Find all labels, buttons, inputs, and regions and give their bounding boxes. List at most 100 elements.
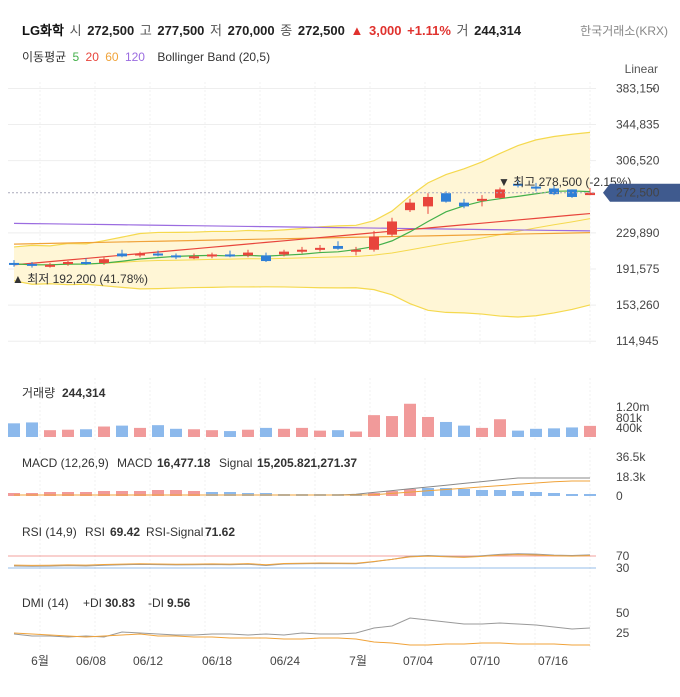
- volume-bar: [296, 427, 308, 437]
- candle-body: [117, 253, 127, 257]
- macd-title: MACD (12,26,9): [22, 456, 109, 470]
- candle-body: [333, 245, 343, 249]
- price-tick-label: 114,945: [616, 334, 659, 348]
- volume-bar: [512, 430, 524, 437]
- price-tick-label: 191,575: [616, 262, 660, 276]
- rsi-title: RSI (14,9): [22, 525, 77, 539]
- candle-body: [369, 236, 379, 250]
- volume-bar: [98, 426, 110, 437]
- volume-bar: [314, 430, 326, 437]
- candle-body: [225, 254, 235, 257]
- volume-bar: [116, 425, 128, 437]
- candle-body: [99, 259, 109, 263]
- macd-histogram-bar: [530, 492, 542, 496]
- macd-histogram-bar: [566, 494, 578, 496]
- volume-bar: [224, 431, 236, 437]
- candle-body: [207, 254, 217, 257]
- volume-bar: [188, 429, 200, 437]
- x-axis-tick-label: 06/24: [270, 654, 300, 668]
- volume-bar: [440, 421, 452, 437]
- candle-body: [63, 261, 73, 264]
- price-tick-label: 344,835: [616, 118, 660, 132]
- macd-tick-label: 36.5k: [616, 450, 646, 464]
- pane-bg: [8, 585, 596, 650]
- macd-histogram-bar: [458, 489, 470, 496]
- candle-body: [387, 221, 397, 235]
- candle-body: [459, 202, 469, 207]
- macd-histogram-bar: [512, 491, 524, 496]
- dmi-tick-label: 25: [616, 626, 630, 640]
- x-axis-tick-label: 07/04: [403, 654, 433, 668]
- volume-bar: [278, 428, 290, 437]
- macd-label: MACD: [117, 456, 153, 470]
- volume-bar: [26, 422, 38, 437]
- volume-bar: [584, 425, 596, 437]
- candle-body: [423, 196, 433, 207]
- dmi-tick-label: 50: [616, 606, 630, 620]
- candle-body: [189, 256, 199, 259]
- volume-bar: [386, 416, 398, 437]
- volume-bar: [80, 429, 92, 437]
- candle-body: [351, 249, 361, 252]
- candle-body: [81, 261, 91, 264]
- price-tick-label: 229,890: [616, 226, 660, 240]
- volume-bar: [422, 416, 434, 437]
- volume-bar: [530, 428, 542, 437]
- candle-body: [405, 202, 415, 211]
- volume-bar: [242, 429, 254, 437]
- dmi-title: DMI (14): [22, 596, 69, 610]
- rsi-label: RSI: [85, 525, 105, 539]
- candle-body: [45, 264, 55, 267]
- candle-body: [243, 252, 253, 256]
- volume-bar: [62, 429, 74, 437]
- candle-body: [297, 249, 307, 252]
- volume-bar: [260, 427, 272, 437]
- x-axis-tick-label: 6월: [31, 654, 49, 668]
- chart-canvas[interactable]: 383,150 344,835 306,520 229,890 191,575 153,2…: [0, 0, 680, 697]
- macd-histogram-bar: [422, 488, 434, 496]
- candle-body: [441, 193, 451, 202]
- candle-body: [495, 189, 505, 198]
- volume-value: 244,314: [62, 386, 106, 400]
- macd-tick-label: 0: [616, 489, 623, 503]
- candle-body: [279, 251, 289, 255]
- macd-value: 16,477.18: [157, 456, 211, 470]
- volume-bar: [170, 428, 182, 437]
- x-axis-tick-label: 7월: [349, 654, 367, 668]
- volume-bar: [44, 430, 56, 437]
- candle-body: [135, 253, 145, 256]
- candle-body: [477, 198, 487, 201]
- current-price-label: 272,500: [616, 186, 660, 200]
- rsi-signal-value: 71.62: [205, 525, 235, 539]
- volume-bar: [368, 415, 380, 437]
- x-axis-tick-label: 06/12: [133, 654, 163, 668]
- candle-body: [549, 188, 559, 195]
- macd-tick-label: 18.3k: [616, 470, 646, 484]
- rsi-value: 69.42: [110, 525, 140, 539]
- x-axis-tick-label: 07/16: [538, 654, 568, 668]
- rsi-tick-label: 30: [616, 561, 630, 575]
- volume-bar: [494, 419, 506, 437]
- volume-bar: [8, 423, 20, 437]
- x-axis-tick-label: 07/10: [470, 654, 500, 668]
- x-axis-tick-label: 06/18: [202, 654, 232, 668]
- volume-tick-label: 400k: [616, 421, 643, 435]
- candle-body: [261, 255, 271, 262]
- volume-bar: [548, 428, 560, 437]
- candle-body: [153, 253, 163, 256]
- volume-bar: [134, 427, 146, 437]
- macd-signal-value: 15,205.821,271.37: [257, 456, 357, 470]
- volume-bar: [476, 427, 488, 437]
- volume-bar: [206, 430, 218, 437]
- volume-title: 거래량: [22, 386, 55, 400]
- volume-bar: [404, 403, 416, 437]
- candle-body: [315, 247, 325, 250]
- volume-bar: [566, 427, 578, 437]
- price-tick-label: 383,150: [616, 81, 660, 95]
- dmi-plus-label: +DI: [83, 596, 102, 610]
- volume-bar: [152, 425, 164, 437]
- candle-body: [27, 263, 37, 266]
- dmi-minus-value: 9.56: [167, 596, 191, 610]
- min-price-marker: ▲ 최저 192,200 (41.78%): [12, 272, 148, 286]
- macd-histogram-bar: [584, 494, 596, 496]
